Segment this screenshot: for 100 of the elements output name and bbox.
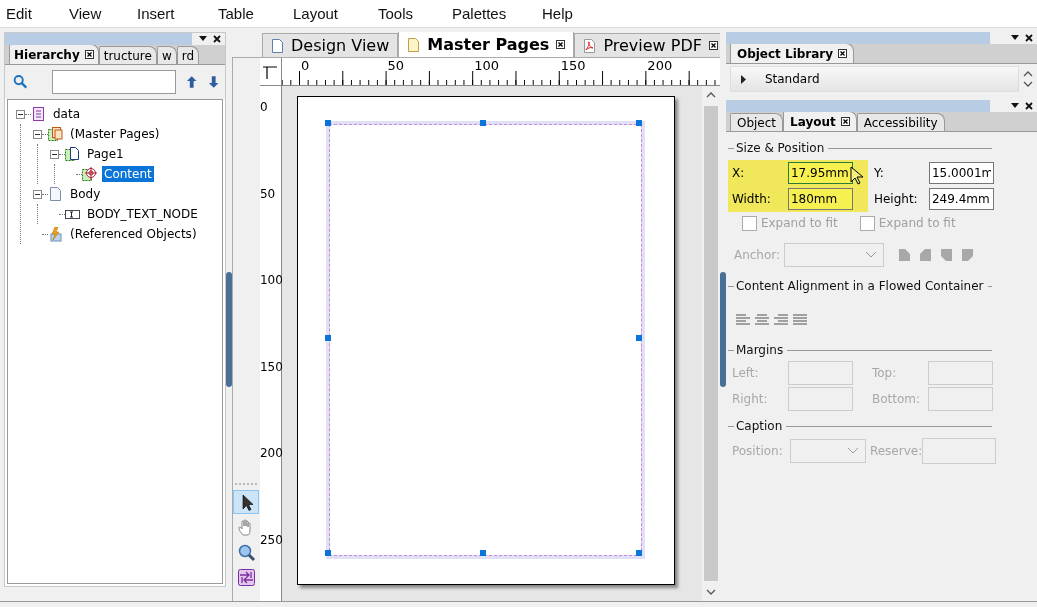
dropdown-arrow-icon[interactable] bbox=[199, 36, 207, 42]
collapse-icon[interactable] bbox=[33, 189, 42, 199]
field-label: Left: bbox=[731, 366, 760, 380]
document-icon bbox=[31, 106, 46, 122]
arrow-down-icon bbox=[207, 75, 219, 89]
field-label: Top: bbox=[871, 366, 898, 380]
field-label: X: bbox=[731, 166, 746, 180]
section-title: Margins bbox=[735, 343, 784, 357]
field-label: Y: bbox=[873, 166, 885, 180]
page-icon bbox=[48, 186, 63, 202]
menu-item[interactable]: View bbox=[69, 5, 137, 22]
tab-close-icon bbox=[838, 49, 848, 58]
field-label: Right: bbox=[731, 392, 769, 406]
resize-handle[interactable] bbox=[480, 120, 487, 126]
resize-handle[interactable] bbox=[635, 550, 642, 556]
anchor-point-icon bbox=[939, 248, 953, 262]
panel-tab[interactable]: Layout bbox=[783, 112, 857, 131]
ruler-label: 200 bbox=[647, 59, 673, 73]
arrow-up-icon bbox=[186, 75, 198, 89]
search-icon bbox=[13, 74, 29, 90]
anchor-point-icon bbox=[918, 248, 932, 262]
ruler-label: 100 bbox=[259, 273, 283, 288]
field-label: Anchor: bbox=[733, 248, 778, 262]
resize-handle[interactable] bbox=[324, 550, 331, 556]
ruler-label: 50 bbox=[259, 186, 276, 201]
tree-item[interactable]: Content bbox=[102, 166, 154, 182]
tree-item[interactable]: data bbox=[51, 106, 83, 122]
cursor-icon bbox=[849, 166, 866, 186]
collapse-icon[interactable] bbox=[16, 109, 25, 119]
scroll-thumb[interactable] bbox=[703, 106, 718, 581]
section-title: Caption bbox=[735, 419, 783, 433]
ruler-label: 200 bbox=[259, 446, 283, 461]
panel-tab[interactable]: w bbox=[156, 46, 177, 64]
panel-tab[interactable]: tructure bbox=[98, 46, 157, 64]
editor-tab[interactable]: Master Pages bbox=[398, 32, 575, 57]
collapse-icon[interactable] bbox=[50, 149, 59, 159]
menu-item[interactable]: Tools bbox=[378, 5, 452, 22]
resize-handle[interactable] bbox=[480, 550, 487, 556]
tool-button[interactable] bbox=[233, 490, 260, 514]
section-title: Content Alignment in a Flowed Container bbox=[735, 279, 984, 293]
scroll-up-icon[interactable] bbox=[1023, 71, 1033, 77]
ruler-origin-icon bbox=[262, 63, 279, 80]
input-field[interactable]: 17.95mm bbox=[787, 162, 853, 184]
panel-tab[interactable]: Hierarchy bbox=[9, 45, 99, 64]
search-field[interactable] bbox=[52, 70, 177, 94]
editor-tab[interactable]: Preview PDF bbox=[574, 33, 720, 57]
panel-tab[interactable]: Accessibility bbox=[856, 113, 945, 131]
menu-item[interactable]: Table bbox=[218, 5, 293, 22]
dropdown-arrow-icon[interactable] bbox=[1011, 35, 1019, 41]
close-icon[interactable] bbox=[213, 35, 221, 43]
tree-item[interactable]: BODY_TEXT_NODE bbox=[85, 206, 200, 222]
ruler-label: 0 bbox=[300, 59, 310, 73]
panel-tab[interactable]: Object Library bbox=[729, 44, 855, 63]
document-icon bbox=[583, 38, 597, 53]
section-title: Size & Position bbox=[735, 141, 825, 155]
scroll-up-icon[interactable] bbox=[705, 92, 716, 98]
ruler-label: 150 bbox=[560, 59, 586, 73]
document-icon bbox=[270, 38, 284, 53]
resize-handle[interactable] bbox=[324, 335, 331, 341]
field-label: Height: bbox=[873, 192, 919, 206]
panel-tab[interactable]: Object bbox=[729, 113, 784, 131]
panel-tab[interactable]: rd bbox=[176, 46, 200, 64]
menu-item[interactable]: Edit bbox=[6, 5, 69, 22]
anchor-point-icon bbox=[897, 248, 911, 262]
ruler-label: 100 bbox=[474, 59, 499, 73]
dropdown-arrow-icon[interactable] bbox=[1011, 103, 1019, 109]
ruler-label: 0 bbox=[259, 100, 268, 114]
ruler-label: 150 bbox=[259, 359, 283, 374]
menu-item[interactable]: Layout bbox=[293, 5, 378, 22]
scroll-down-icon[interactable] bbox=[705, 589, 716, 595]
tree-item[interactable]: Body bbox=[68, 186, 103, 202]
lightning-icon bbox=[48, 226, 63, 242]
tree-item[interactable]: (Referenced Objects) bbox=[68, 226, 199, 242]
menu-item[interactable]: Palettes bbox=[452, 5, 542, 22]
menu-item[interactable]: Help bbox=[542, 5, 573, 22]
scroll-down-icon[interactable] bbox=[1023, 81, 1033, 87]
resize-handle[interactable] bbox=[635, 335, 642, 341]
resize-handle[interactable] bbox=[635, 120, 642, 126]
tree-item[interactable]: (Master Pages) bbox=[68, 126, 162, 142]
close-icon[interactable] bbox=[1025, 34, 1033, 42]
page-icon bbox=[48, 126, 63, 142]
field-label: Width: bbox=[731, 192, 772, 206]
ruler-label: 50 bbox=[387, 59, 405, 73]
field-label: Reserve: bbox=[869, 444, 922, 458]
target-icon bbox=[82, 166, 97, 182]
close-icon[interactable] bbox=[1025, 102, 1033, 110]
page-icon bbox=[65, 146, 80, 162]
chevron-down-icon bbox=[864, 251, 877, 259]
editor-tab[interactable]: Design View bbox=[261, 33, 399, 57]
input-field[interactable]: 180mm bbox=[787, 188, 853, 210]
input-field[interactable]: 249.4mm bbox=[928, 188, 994, 210]
anchor-point-icon bbox=[960, 248, 974, 262]
ruler-label: 250 bbox=[259, 533, 283, 547]
flow-icon bbox=[236, 567, 256, 587]
resize-handle[interactable] bbox=[324, 120, 331, 126]
collapse-icon[interactable] bbox=[33, 129, 42, 139]
tree-item[interactable]: Page1 bbox=[85, 146, 126, 162]
library-group[interactable]: Standard bbox=[729, 66, 1019, 92]
menu-item[interactable]: Insert bbox=[137, 5, 218, 22]
document-icon bbox=[407, 37, 421, 52]
